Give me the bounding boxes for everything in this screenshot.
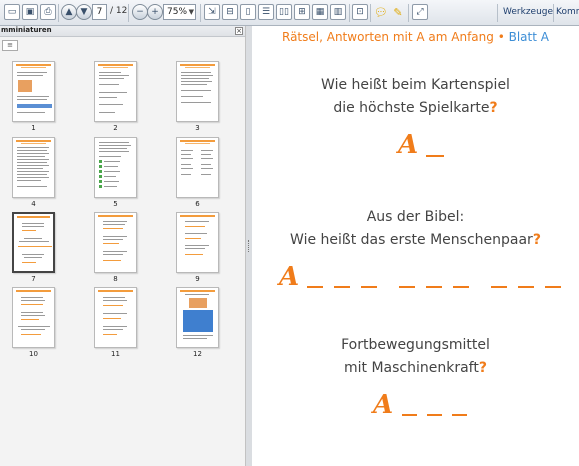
thumbnail-label: 11 [111,350,120,358]
page-number-input[interactable]: 7 [92,4,107,20]
document-page: Rätsel, Antworten mit A am Anfang • Blat… [252,26,579,466]
answer-2-letter: A [279,262,300,292]
thumbnail-label: 8 [113,275,118,283]
thumbnail-page-7[interactable] [12,212,55,273]
highlight-icon[interactable]: ✎ [390,4,406,20]
fit-page-icon[interactable]: ⇲ [204,4,220,20]
two-page-continuous-icon[interactable]: ⊞ [294,4,310,20]
question-1-line-1: Wie heißt beim Kartenspiel [321,77,510,93]
thumbnail-label: 12 [193,350,202,358]
save-icon[interactable]: ▣ [22,4,38,20]
thumbnail-label: 1 [31,124,36,132]
folder-icon[interactable]: ▭ [4,4,20,20]
thumbnail-page-4[interactable] [12,137,55,198]
header-title: Rätsel, Antworten mit A am Anfang [282,30,494,44]
panel-title: mminiaturen [1,26,52,34]
comment-button[interactable]: Komm [556,7,579,17]
single-page-icon[interactable]: ▯ [240,4,256,20]
tools-button[interactable]: Werkzeuge [503,7,553,17]
answer-2-blank [307,286,323,288]
splitter-grip[interactable] [248,240,250,252]
close-panel-icon[interactable]: × [235,27,243,35]
fit-width-icon[interactable]: ⊟ [222,4,238,20]
answer-3-letter: A [373,390,394,420]
question-3-line-1: Fortbewegungsmittel [341,337,490,353]
expand-icon[interactable]: ⤢ [412,4,428,20]
answer-1-blank [426,155,444,157]
chevron-down-icon: ▼ [188,8,194,16]
next-page-icon[interactable]: ▼ [76,4,92,20]
continuous-icon[interactable]: ☰ [258,4,274,20]
thumbnail-page-10[interactable] [12,287,55,348]
comment-icon[interactable]: 💬︎ [373,4,389,20]
thumbnail-label: 2 [113,124,118,132]
previous-page-icon[interactable]: ▲ [61,4,77,20]
question-2: Aus der Bibel: Wie heißt das erste Mensc… [252,206,579,252]
answer-2-blank [491,286,507,288]
answer-2-blank [426,286,442,288]
question-2-line-1: Aus der Bibel: [366,209,465,225]
question-1-line-2: die höchste Spielkarte [333,100,490,116]
thumbnail-page-5[interactable] [94,137,137,198]
answer-1-letter: A [398,130,419,160]
answer-2-blank [334,286,350,288]
answer-3-blank [452,414,467,416]
page-total: / 12 [110,6,128,16]
toolbar: ▭ ▣ ⎙ ▲ ▼ 7 / 12 − + 75% ▼ ⇲ ⊟ ▯ ☰ ▯▯ ⊞ … [0,0,579,26]
zoom-in-icon[interactable]: + [147,4,163,20]
thumbnail-page-3[interactable] [176,61,219,122]
thumbnail-label: 4 [31,200,36,208]
question-3-line-2: mit Maschinenkraft [344,360,479,376]
panel-header: mminiaturen × [0,26,245,37]
thumbnail-label: 5 [113,200,118,208]
two-page-icon[interactable]: ▯▯ [276,4,292,20]
thumbnail-label: 9 [195,275,200,283]
thumbnail-panel: mminiaturen × ≡ 1 2 3 4 5 6 7 8 9 10 11 … [0,26,246,466]
answer-2-blank [518,286,534,288]
thumbnail-page-9[interactable] [176,212,219,273]
thumbnail-page-11[interactable] [94,287,137,348]
question-2-line-2: Wie heißt das erste Menschenpaar [290,232,533,248]
thumbnail-label: 6 [195,200,200,208]
cover-page-icon[interactable]: ▦ [312,4,328,20]
thumbnail-label: 10 [29,350,38,358]
facing-pages-icon[interactable]: ▥ [330,4,346,20]
page-header: Rätsel, Antworten mit A am Anfang • Blat… [282,30,549,44]
options-icon[interactable]: ≡ [2,40,18,51]
answer-2-blank [399,286,415,288]
answer-2-blank [453,286,469,288]
thumbnail-page-2[interactable] [94,61,137,122]
zoom-select[interactable]: 75% ▼ [163,4,196,20]
zoom-out-icon[interactable]: − [132,4,148,20]
print-icon[interactable]: ⎙ [40,4,56,20]
thumbnail-page-12[interactable] [176,287,219,348]
answer-3-blank [427,414,442,416]
thumbnail-label: 3 [195,124,200,132]
thumbnail-page-1[interactable] [12,61,55,122]
fullscreen-icon[interactable]: ⊡ [352,4,368,20]
question-mark-icon: ? [478,360,487,376]
answer-3-blank [402,414,417,416]
question-1: Wie heißt beim Kartenspiel die höchste S… [252,74,579,120]
thumbnail-page-8[interactable] [94,212,137,273]
thumbnail-label: 7 [31,275,36,283]
zoom-value: 75% [167,7,188,17]
header-bullet: • [493,30,509,44]
question-mark-icon: ? [532,232,541,248]
thumbnail-page-6[interactable] [176,137,219,198]
answer-2-blank [361,286,377,288]
header-sheet: Blatt A [508,30,549,44]
answer-2-blank [545,286,561,288]
question-3: Fortbewegungsmittel mit Maschinenkraft? [252,334,579,380]
question-mark-icon: ? [489,100,498,116]
